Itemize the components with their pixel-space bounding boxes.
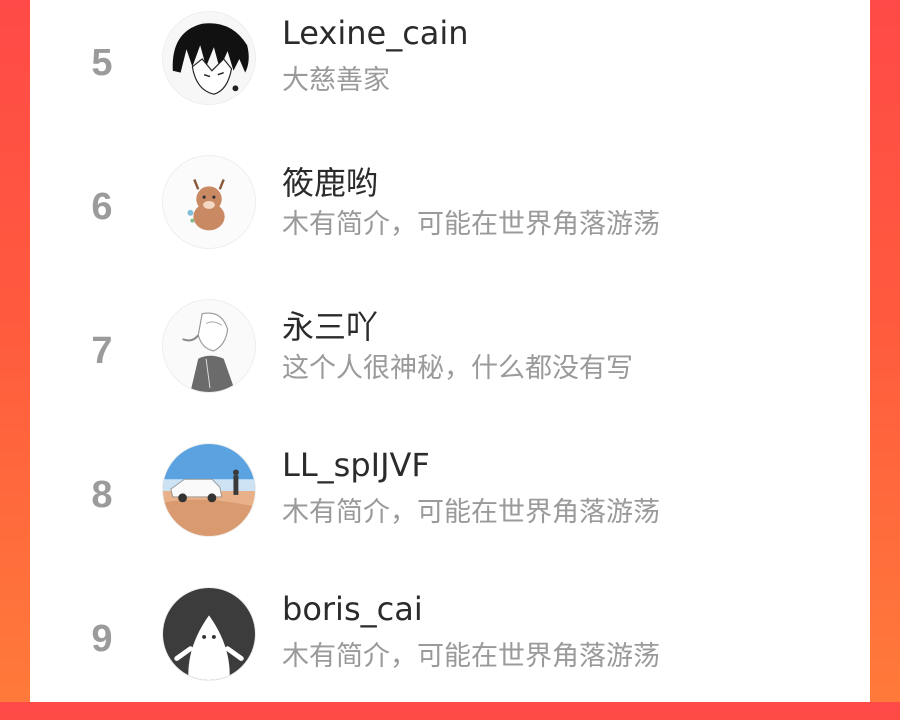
rank-number: 5 xyxy=(91,42,113,84)
rank-number: 9 xyxy=(91,618,113,660)
rank-number: 6 xyxy=(91,186,113,228)
ranking-row[interactable]: 8 LL_spIJVF 木有简介，可能在世界角落游荡 xyxy=(30,432,870,576)
default-ghost-avatar-icon[interactable] xyxy=(162,587,256,681)
ranking-row[interactable]: 5 Lexine_cain 大慈善家 xyxy=(30,0,870,144)
anime-character-avatar-icon[interactable] xyxy=(162,11,256,105)
user-bio: 木有简介，可能在世界角落游荡 xyxy=(282,641,660,672)
user-bio: 大慈善家 xyxy=(282,65,390,96)
ranking-list-panel: 5 Lexine_cain 大慈善家 6 筱鹿哟 木有简介，可能在世界角落游荡 … xyxy=(30,0,870,702)
user-name[interactable]: boris_cai xyxy=(282,590,423,628)
sketch-character-avatar-icon[interactable] xyxy=(162,299,256,393)
user-name[interactable]: LL_spIJVF xyxy=(282,446,430,484)
ranking-row[interactable]: 6 筱鹿哟 木有简介，可能在世界角落游荡 xyxy=(30,144,870,288)
deer-cartoon-avatar-icon[interactable] xyxy=(162,155,256,249)
rank-number: 8 xyxy=(91,474,113,516)
user-name[interactable]: 永三吖 xyxy=(282,302,378,348)
desert-suv-photo-avatar-icon[interactable] xyxy=(162,443,256,537)
ranking-row[interactable]: 9 boris_cai 木有简介，可能在世界角落游荡 xyxy=(30,576,870,720)
user-bio: 木有简介，可能在世界角落游荡 xyxy=(282,209,660,240)
user-name[interactable]: 筱鹿哟 xyxy=(282,158,378,204)
user-name[interactable]: Lexine_cain xyxy=(282,14,469,52)
user-bio: 这个人很神秘，什么都没有写 xyxy=(282,353,633,384)
ranking-row[interactable]: 7 永三吖 这个人很神秘，什么都没有写 xyxy=(30,288,870,432)
user-bio: 木有简介，可能在世界角落游荡 xyxy=(282,497,660,528)
rank-number: 7 xyxy=(91,330,113,372)
